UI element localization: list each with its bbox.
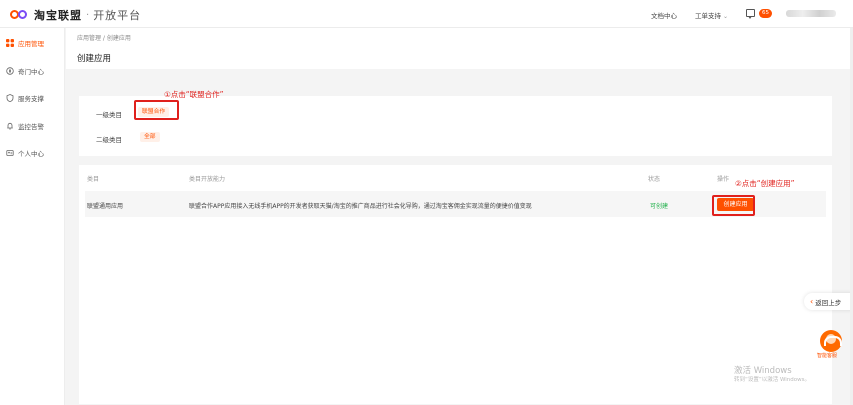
message-icon[interactable] bbox=[746, 9, 755, 19]
row-status: 可创建 bbox=[650, 203, 669, 210]
row-capability: 联盟合作APP应用接入无线手机APP的开发者获取天猫/淘宝的推广商品进行社会化导… bbox=[189, 203, 532, 210]
sidebar-item-label: 个人中心 bbox=[18, 150, 44, 158]
chevron-left-icon: ‹ bbox=[810, 297, 814, 306]
annotation-highlight-create bbox=[712, 195, 755, 216]
logo-mark-icon bbox=[10, 9, 30, 21]
shield-icon bbox=[6, 94, 14, 102]
level2-chip-all[interactable]: 全部 bbox=[140, 132, 160, 142]
sidebar-item-label: 服务支撑 bbox=[18, 95, 44, 103]
sidebar: 应用管理 奇门中心 服务支撑 监控告警 个人中心 bbox=[0, 28, 65, 405]
brand-subtitle: 开放平台 bbox=[93, 9, 142, 22]
page-title: 创建应用 bbox=[77, 54, 112, 64]
sidebar-item-service-support[interactable]: 服务支撑 bbox=[0, 91, 65, 105]
user-account-blurred[interactable] bbox=[786, 10, 836, 17]
annotation-highlight-level1 bbox=[134, 100, 179, 120]
user-icon bbox=[6, 150, 14, 156]
customer-service-icon[interactable] bbox=[820, 330, 842, 352]
table-header-capability: 类目开放能力 bbox=[189, 176, 226, 183]
table-header-category: 类目 bbox=[87, 176, 100, 183]
compass-icon bbox=[6, 67, 14, 75]
logo[interactable]: 淘宝联盟 · 开放平台 bbox=[10, 7, 141, 23]
table-header-status: 状态 bbox=[648, 176, 661, 183]
back-step-button[interactable]: ‹ 返回上步 bbox=[804, 293, 853, 310]
annotation-step1: ①点击“联盟合作” bbox=[164, 90, 224, 99]
sidebar-item-qimen-center[interactable]: 奇门中心 bbox=[0, 64, 65, 78]
main-content: 应用管理 / 创建应用 创建应用 一级类目 联盟合作 二级类目 全部 类目 类目… bbox=[66, 28, 853, 405]
doc-center-link[interactable]: 文档中心 bbox=[651, 10, 677, 20]
customer-service-label: 智能客服 bbox=[817, 353, 838, 359]
row-category: 联盟通用应用 bbox=[87, 203, 124, 210]
table-header-action: 操作 bbox=[717, 176, 730, 183]
page-header: 应用管理 / 创建应用 创建应用 bbox=[66, 28, 853, 69]
sidebar-item-label: 监控告警 bbox=[18, 123, 44, 131]
sidebar-item-label: 应用管理 bbox=[18, 40, 44, 48]
sidebar-item-monitoring[interactable]: 监控告警 bbox=[0, 119, 65, 133]
bell-icon bbox=[7, 122, 13, 130]
brand-name: 淘宝联盟 bbox=[34, 9, 82, 22]
level2-category-label: 二级类目 bbox=[96, 136, 122, 144]
sidebar-item-app-management[interactable]: 应用管理 bbox=[0, 36, 65, 50]
breadcrumb: 应用管理 / 创建应用 bbox=[77, 35, 131, 42]
message-count-badge: 65 bbox=[759, 9, 772, 18]
windows-activation-hint: 转到“设置”以激活 Windows。 bbox=[734, 377, 810, 383]
chevron-down-icon: ⌄ bbox=[723, 13, 729, 20]
grid-icon bbox=[6, 39, 14, 47]
annotation-step2: ②点击“创建应用” bbox=[735, 179, 795, 188]
level1-category-label: 一级类目 bbox=[96, 111, 122, 119]
top-bar: 淘宝联盟 · 开放平台 文档中心 工单支持 ⌄ 65 bbox=[0, 0, 853, 28]
sidebar-item-personal-center[interactable]: 个人中心 bbox=[0, 146, 65, 160]
brand-separator: · bbox=[86, 9, 90, 21]
ticket-support-menu[interactable]: 工单支持 ⌄ bbox=[695, 10, 728, 20]
back-step-label: 返回上步 bbox=[815, 298, 842, 307]
ticket-support-label: 工单支持 bbox=[695, 12, 721, 20]
sidebar-item-label: 奇门中心 bbox=[18, 68, 44, 76]
category-filter-card: 一级类目 联盟合作 二级类目 全部 bbox=[79, 96, 832, 156]
